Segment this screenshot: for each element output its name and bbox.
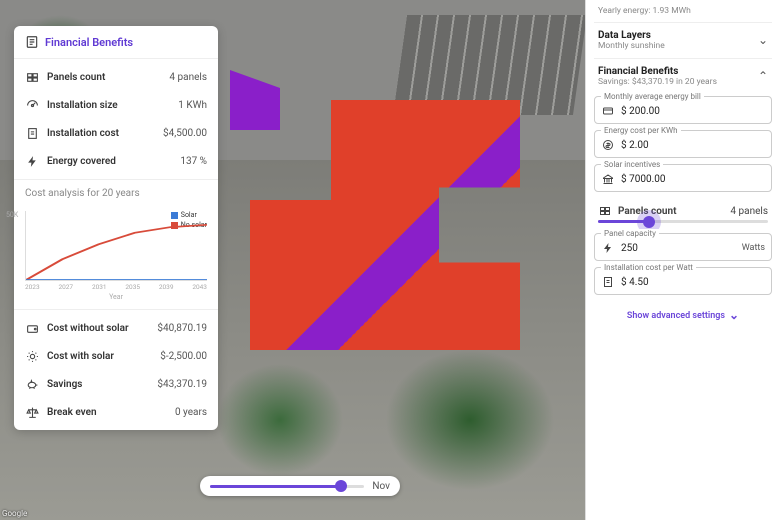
xtick: 2031: [92, 283, 107, 291]
result-label: Cost without solar: [47, 323, 149, 334]
chevron-up-icon: [758, 70, 768, 83]
section-title: Data Layers: [598, 30, 651, 41]
month-slider[interactable]: Nov: [200, 476, 400, 496]
panels-value: 4 panels: [730, 206, 768, 217]
metric-row: Installation cost $4,500.00: [14, 119, 218, 147]
field-legend: Monthly average energy bill: [601, 92, 704, 101]
slider-track[interactable]: [210, 485, 364, 488]
panels-count-row: Panels count 4 panels: [594, 198, 772, 220]
result-value: 0 years: [175, 407, 207, 418]
chevron-down-icon: [729, 309, 739, 322]
section-subtitle: Savings: $43,370.19 in 20 years: [598, 77, 717, 87]
metric-label: Energy covered: [47, 156, 172, 167]
result-row: Savings $43,370.19: [14, 370, 218, 398]
energy-cost-field[interactable]: Energy cost per KWh $ 2.00: [594, 130, 772, 158]
result-row: Break even 0 years: [14, 398, 218, 426]
field-legend: Installation cost per Watt: [601, 263, 696, 272]
slider-thumb[interactable]: [643, 216, 655, 228]
data-layers-section[interactable]: Data Layers Monthly sunshine: [594, 22, 772, 58]
invoice-icon: [25, 126, 39, 140]
result-label: Break even: [47, 407, 167, 418]
result-row: Cost without solar $40,870.19: [14, 314, 218, 342]
metric-value: 4 panels: [169, 72, 207, 83]
card-icon: [601, 104, 615, 118]
show-advanced-button[interactable]: Show advanced settings: [594, 301, 772, 330]
analysis-title: Cost analysis for 20 years: [14, 179, 218, 207]
bolt-icon: [25, 154, 39, 168]
wallet-icon: [25, 321, 39, 335]
slider-fill: [210, 485, 341, 488]
metric-row: Energy covered 137 %: [14, 147, 218, 175]
metric-label: Installation size: [47, 100, 170, 111]
panel-capacity-field[interactable]: Panel capacity 250 Watts: [594, 233, 772, 261]
metric-label: Panels count: [47, 72, 161, 83]
gauge-icon: [25, 98, 39, 112]
metric-row: Installation size 1 KWh: [14, 91, 218, 119]
monthly-bill-field[interactable]: Monthly average energy bill $ 200.00: [594, 96, 772, 124]
chart-ytick: 50K: [6, 211, 18, 219]
metrics-list: Panels count 4 panels Installation size 1 …: [14, 59, 218, 179]
section-title: Financial Benefits: [598, 66, 678, 77]
metric-label: Installation cost: [47, 128, 155, 139]
field-value: 250: [621, 243, 638, 254]
section-subtitle: Monthly sunshine: [598, 41, 665, 51]
field-value: $ 2.00: [621, 140, 649, 151]
results-list: Cost without solar $40,870.19 Cost with s…: [14, 309, 218, 430]
scale-icon: [25, 405, 39, 419]
financial-benefits-card: Financial Benefits Panels count 4 panels …: [14, 26, 218, 430]
field-value: $ 7000.00: [621, 174, 665, 185]
invoice-icon: [25, 35, 39, 49]
chart-xlabel: Year: [25, 291, 207, 301]
xtick: 2023: [25, 283, 40, 291]
result-label: Savings: [47, 379, 149, 390]
invoice-icon: [601, 275, 615, 289]
piggy-icon: [25, 377, 39, 391]
roof-overlay-small: [230, 70, 280, 130]
panels-icon: [25, 70, 39, 84]
slider-fill: [598, 220, 649, 223]
result-value: $43,370.19: [157, 379, 207, 390]
metric-row: Panels count 4 panels: [14, 63, 218, 91]
field-value: $ 4.50: [621, 277, 649, 288]
card-header: Financial Benefits: [14, 26, 218, 59]
field-legend: Panel capacity: [601, 229, 659, 238]
roof-overlay: [250, 100, 520, 350]
cost-chart: 50K Solar No solar 2023 2027 2031 2035 2…: [14, 207, 218, 309]
result-label: Cost with solar: [47, 351, 152, 362]
month-label: Nov: [372, 481, 390, 492]
metric-value: $4,500.00: [163, 128, 207, 139]
bolt-icon: [601, 241, 615, 255]
card-title: Financial Benefits: [45, 36, 133, 49]
result-value: $-2,500.00: [160, 351, 207, 362]
xtick: 2035: [125, 283, 140, 291]
metric-value: 1 KWh: [178, 100, 207, 111]
chart-lines: [26, 211, 207, 280]
result-value: $40,870.19: [157, 323, 207, 334]
xtick: 2043: [192, 283, 207, 291]
panels-icon: [598, 204, 612, 218]
field-legend: Solar incentives: [601, 160, 663, 169]
field-legend: Energy cost per KWh: [601, 126, 681, 135]
install-cost-watt-field[interactable]: Installation cost per Watt $ 4.50: [594, 267, 772, 295]
map-attribution: Google: [2, 509, 27, 518]
field-unit: Watts: [742, 243, 765, 253]
financial-benefits-section[interactable]: Financial Benefits Savings: $43,370.19 i…: [594, 58, 772, 90]
metric-value: 137 %: [180, 156, 207, 167]
coin-icon: [601, 138, 615, 152]
field-value: $ 200.00: [621, 106, 660, 117]
bank-icon: [601, 172, 615, 186]
sun-icon: [25, 349, 39, 363]
settings-panel: Yearly energy: 1.93 MWh Data Layers Mont…: [585, 0, 780, 520]
xtick: 2039: [159, 283, 174, 291]
incentives-field[interactable]: Solar incentives $ 7000.00: [594, 164, 772, 192]
show-advanced-label: Show advanced settings: [627, 311, 725, 321]
slider-thumb[interactable]: [335, 480, 347, 492]
result-row: Cost with solar $-2,500.00: [14, 342, 218, 370]
yearly-energy-sub: Yearly energy: 1.93 MWh: [594, 6, 772, 22]
panels-slider[interactable]: [594, 220, 772, 227]
chevron-down-icon: [758, 34, 768, 47]
xtick: 2027: [58, 283, 73, 291]
chart-xticks: 2023 2027 2031 2035 2039 2043: [25, 281, 207, 291]
